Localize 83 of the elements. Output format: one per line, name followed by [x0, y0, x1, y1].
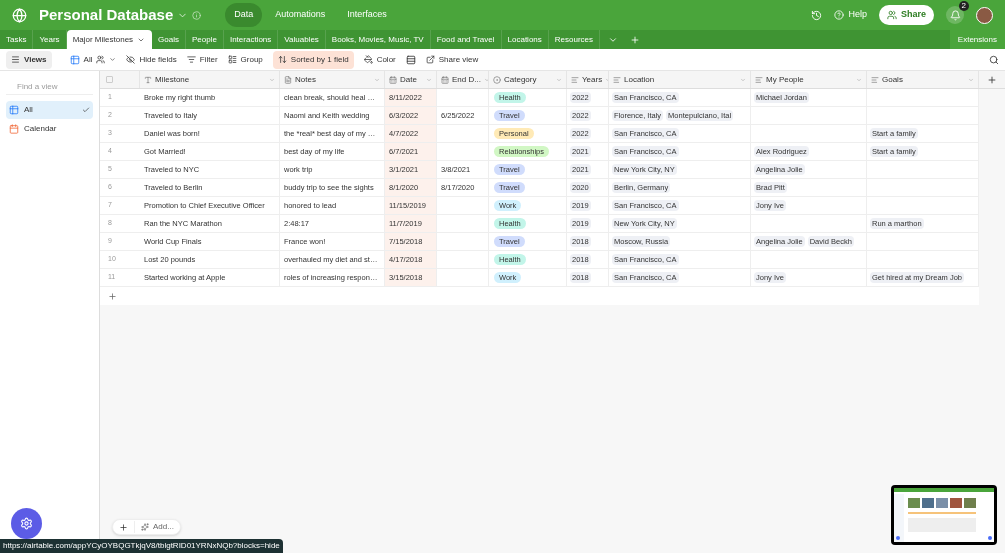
caret-icon [269, 76, 275, 83]
column-header[interactable]: Notes [280, 71, 385, 88]
paint-bucket-icon [363, 55, 373, 64]
table-tab[interactable]: Goals [152, 30, 186, 49]
notifications-button[interactable] [946, 6, 964, 24]
sort-button[interactable]: Sorted by 1 field [272, 50, 354, 69]
column-header[interactable]: Years [567, 71, 609, 88]
sort-icon [277, 55, 287, 64]
color-button[interactable]: Color [363, 53, 396, 66]
view-item[interactable]: All [6, 101, 93, 119]
caret-icon [483, 76, 488, 83]
column-header[interactable]: Category [489, 71, 567, 88]
history-icon[interactable] [811, 9, 823, 21]
add-icon[interactable] [119, 522, 128, 532]
document-icon [284, 75, 292, 84]
caret-icon [109, 56, 117, 63]
grid-icon [69, 54, 80, 65]
menu-icon [11, 55, 20, 64]
list-icon [871, 75, 879, 84]
list-icon [571, 75, 579, 84]
table-tab[interactable]: Tasks [0, 30, 34, 49]
text-field-icon [144, 75, 152, 84]
calendar-icon [9, 124, 19, 134]
table-tab[interactable]: Food and Travel [430, 30, 502, 49]
check-icon [82, 106, 90, 114]
grid-icon [9, 105, 19, 115]
views-button[interactable]: Views [6, 50, 52, 69]
hide-fields-button[interactable]: Hide fields [126, 53, 177, 66]
add-row-icon[interactable] [108, 291, 117, 301]
group-button[interactable]: Group [227, 53, 263, 66]
table-tab[interactable]: People [186, 30, 224, 49]
assistant-button[interactable] [11, 508, 42, 539]
filter-icon [186, 55, 196, 64]
add-table-icon[interactable] [630, 35, 641, 45]
table-tab[interactable]: Major Milestones [66, 30, 153, 49]
people-icon [887, 10, 897, 20]
nav-tab[interactable]: Data [225, 3, 263, 27]
list-icon [613, 75, 621, 84]
find-view-field[interactable]: Find a view [17, 80, 87, 93]
caret-icon [426, 76, 432, 83]
search-icon[interactable] [989, 54, 999, 65]
more-tables-icon[interactable] [608, 35, 619, 45]
table-tab[interactable]: Interactions [223, 30, 279, 49]
base-title: Personal Database [39, 4, 174, 25]
view-switcher[interactable]: All [69, 53, 117, 66]
people-icon [96, 55, 106, 64]
caret-icon [374, 76, 380, 83]
list-icon [755, 75, 763, 84]
caret-icon [968, 76, 974, 83]
table-tab[interactable]: Years [33, 30, 67, 49]
calendar-icon [389, 75, 397, 84]
table-tab[interactable]: Books, Movies, Music, TV [325, 30, 431, 49]
group-icon [227, 55, 237, 64]
caret-icon [740, 76, 746, 83]
caret-icon [856, 76, 862, 83]
gear-icon [20, 517, 33, 530]
table-tab[interactable]: Valuables [278, 30, 326, 49]
select-all-checkbox[interactable] [106, 76, 113, 83]
calendar-icon [441, 75, 449, 84]
caret-icon [556, 76, 562, 83]
column-header[interactable]: My People [751, 71, 867, 88]
table-tab[interactable]: Resources [548, 30, 601, 49]
column-header[interactable]: End D... [437, 71, 489, 88]
column-header[interactable]: Location [609, 71, 751, 88]
add-field-icon[interactable] [987, 74, 997, 85]
share-button[interactable]: Share [879, 5, 934, 25]
notification-count: 2 [958, 1, 969, 11]
status-url: https://airtable.com/appYCyOYBQGTkjqV8/tblgtRID01YRNxNQb?blocks=hide [0, 539, 283, 553]
share-view-button[interactable]: Share view [425, 53, 479, 66]
row-height-icon[interactable] [405, 54, 416, 65]
eye-off-icon [126, 55, 136, 64]
filter-button[interactable]: Filter [186, 53, 218, 66]
bell-icon [949, 9, 961, 21]
column-header[interactable]: Date [385, 71, 437, 88]
help-icon [834, 10, 845, 20]
column-header[interactable]: Milestone [140, 71, 280, 88]
table-tab[interactable]: Locations [501, 30, 549, 49]
globe-icon[interactable] [12, 7, 27, 23]
view-item[interactable]: Calendar [6, 120, 93, 138]
share-icon [425, 55, 435, 64]
avatar[interactable] [976, 6, 993, 24]
circle-icon [493, 75, 501, 84]
sparkle-icon [141, 523, 149, 531]
